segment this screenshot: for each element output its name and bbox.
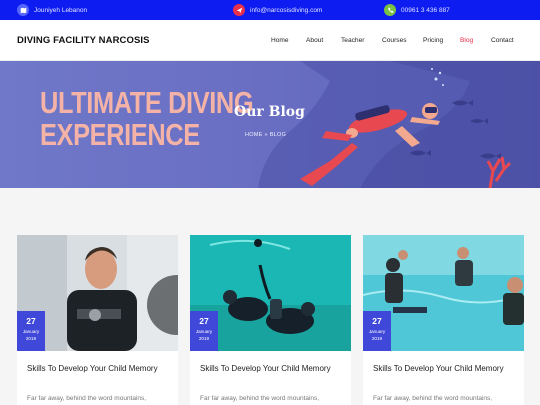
location-text: Jouniyeh Lebanon (34, 6, 88, 14)
post-excerpt: Far far away, behind the word mountains, (27, 395, 147, 402)
main-navbar: DIVING FACILITY NARCOSIS Home About Teac… (0, 20, 540, 61)
blog-post-card[interactable]: 27 January 2019 Skills To Develop Your C… (190, 235, 351, 405)
phone-info[interactable]: 00961 3 436 887 (384, 0, 450, 20)
post-year: 2019 (25, 336, 37, 341)
phone-text[interactable]: 00961 3 436 887 (401, 7, 450, 14)
post-excerpt: Far far away, behind the word mountains, (200, 395, 320, 402)
post-day: 27 (26, 316, 36, 326)
nav-item-about[interactable]: About (306, 37, 323, 44)
nav-item-pricing[interactable]: Pricing (423, 37, 443, 44)
post-year: 2019 (198, 336, 210, 341)
location-info: Jouniyeh Lebanon (17, 0, 87, 20)
post-month: January (368, 329, 386, 334)
nav-item-blog[interactable]: Blog (460, 37, 473, 44)
email-info[interactable]: info@narcosisdiving.com (233, 0, 322, 20)
nav-item-teacher[interactable]: Teacher (341, 37, 364, 44)
email-text[interactable]: info@narcosisdiving.com (250, 7, 322, 14)
top-info-bar: Jouniyeh Lebanon info@narcosisdiving.com… (0, 0, 540, 20)
page-title: Our Blog (234, 104, 305, 120)
post-date-badge: 27 January 2019 (363, 311, 391, 351)
hero-headline-line-2: EXPERIENCE (40, 117, 200, 152)
blog-post-card[interactable]: 27 January 2019 Skills To Develop Your C… (17, 235, 178, 405)
post-title[interactable]: Skills To Develop Your Child Memory (27, 362, 167, 375)
post-month: January (22, 329, 40, 334)
hero-headline-line-1: ULTIMATE DIVING (40, 85, 254, 120)
post-date-badge: 27 January 2019 (190, 311, 218, 351)
paper-plane-icon (233, 4, 245, 16)
page-hero: ULTIMATE DIVING EXPERIENCE Our Blog HOME… (0, 61, 540, 188)
main-menu: Home About Teacher Courses Pricing Blog … (0, 20, 540, 61)
breadcrumb[interactable]: HOME » BLOG (245, 132, 286, 138)
post-year: 2019 (371, 336, 383, 341)
post-day: 27 (372, 316, 382, 326)
nav-item-home[interactable]: Home (271, 37, 289, 44)
post-day: 27 (199, 316, 209, 326)
post-month: January (195, 329, 213, 334)
map-icon (17, 4, 29, 16)
post-date-badge: 27 January 2019 (17, 311, 45, 351)
blog-post-card[interactable]: 27 January 2019 Skills To Develop Your C… (363, 235, 524, 405)
phone-icon (384, 4, 396, 16)
post-title[interactable]: Skills To Develop Your Child Memory (200, 362, 340, 375)
nav-item-contact[interactable]: Contact (491, 37, 514, 44)
nav-item-courses[interactable]: Courses (382, 37, 407, 44)
post-excerpt: Far far away, behind the word mountains, (373, 395, 493, 402)
post-title[interactable]: Skills To Develop Your Child Memory (373, 362, 513, 375)
